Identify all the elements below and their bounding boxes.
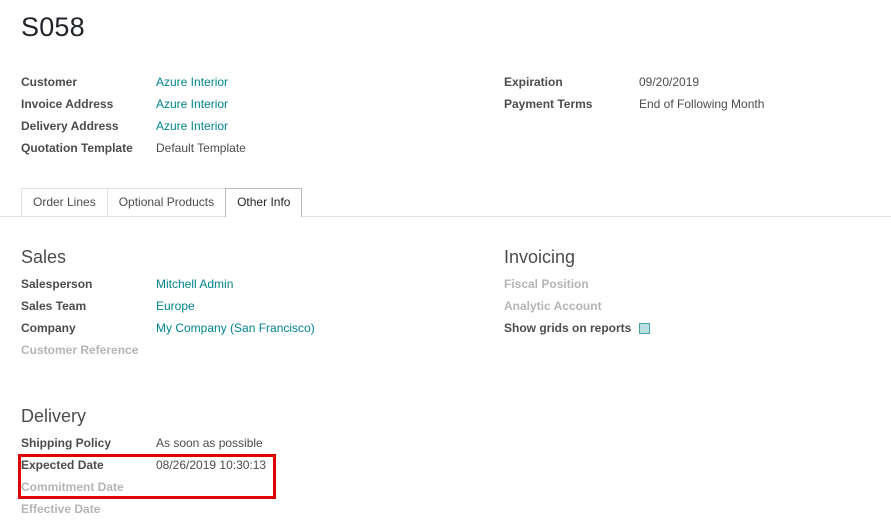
tab-divider xyxy=(0,216,891,217)
record-title: S058 xyxy=(21,12,85,42)
invoice-address-field: Invoice Address Azure Interior xyxy=(21,95,421,113)
sales-section-title: Sales xyxy=(21,247,67,267)
payment-terms-field: Payment Terms End of Following Month xyxy=(504,95,884,113)
show-grids-checkbox[interactable] xyxy=(639,323,650,334)
quotation-template-value[interactable]: Default Template xyxy=(156,139,246,157)
show-grids-field: Show grids on reports xyxy=(504,319,884,337)
salesperson-field: Salesperson Mitchell Admin xyxy=(21,275,481,293)
delivery-address-field: Delivery Address Azure Interior xyxy=(21,117,421,135)
shipping-policy-value[interactable]: As soon as possible xyxy=(156,434,263,452)
analytic-account-field: Analytic Account xyxy=(504,297,884,315)
expiration-field: Expiration 09/20/2019 xyxy=(504,73,884,91)
customer-reference-field: Customer Reference xyxy=(21,341,481,359)
expiration-label: Expiration xyxy=(504,75,563,89)
fiscal-position-field: Fiscal Position xyxy=(504,275,884,293)
shipping-policy-field: Shipping Policy As soon as possible xyxy=(21,434,481,452)
invoicing-section-title: Invoicing xyxy=(504,247,576,267)
analytic-account-label: Analytic Account xyxy=(504,299,602,313)
delivery-address-label: Delivery Address xyxy=(21,119,119,133)
tab-order-lines[interactable]: Order Lines xyxy=(21,188,108,216)
customer-reference-label: Customer Reference xyxy=(21,343,139,357)
notebook-tabs: Order Lines Optional Products Other Info xyxy=(21,188,303,217)
payment-terms-label: Payment Terms xyxy=(504,97,593,111)
customer-label: Customer xyxy=(21,75,78,89)
sales-team-value-link[interactable]: Europe xyxy=(156,297,195,315)
expiration-value[interactable]: 09/20/2019 xyxy=(639,73,699,91)
sales-team-label: Sales Team xyxy=(21,299,87,313)
company-label: Company xyxy=(21,321,76,335)
salesperson-value-link[interactable]: Mitchell Admin xyxy=(156,275,233,293)
fiscal-position-label: Fiscal Position xyxy=(504,277,589,291)
sale-order-form: S058 Customer Azure Interior Invoice Add… xyxy=(0,0,891,521)
tab-other-info[interactable]: Other Info xyxy=(225,188,303,217)
company-field: Company My Company (San Francisco) xyxy=(21,319,481,337)
payment-terms-value[interactable]: End of Following Month xyxy=(639,95,764,113)
tab-optional-products[interactable]: Optional Products xyxy=(106,188,227,216)
show-grids-label: Show grids on reports xyxy=(504,321,632,335)
customer-value-link[interactable]: Azure Interior xyxy=(156,73,228,91)
quotation-template-field: Quotation Template Default Template xyxy=(21,139,421,157)
delivery-section-title: Delivery xyxy=(21,406,87,426)
sales-team-field: Sales Team Europe xyxy=(21,297,481,315)
invoice-address-value-link[interactable]: Azure Interior xyxy=(156,95,228,113)
highlight-box xyxy=(18,454,276,499)
effective-date-label: Effective Date xyxy=(21,502,101,516)
effective-date-field: Effective Date xyxy=(21,500,481,518)
quotation-template-label: Quotation Template xyxy=(21,141,133,155)
customer-field: Customer Azure Interior xyxy=(21,73,421,91)
salesperson-label: Salesperson xyxy=(21,277,93,291)
invoice-address-label: Invoice Address xyxy=(21,97,114,111)
delivery-address-value-link[interactable]: Azure Interior xyxy=(156,117,228,135)
company-value-link[interactable]: My Company (San Francisco) xyxy=(156,319,315,337)
shipping-policy-label: Shipping Policy xyxy=(21,436,112,450)
